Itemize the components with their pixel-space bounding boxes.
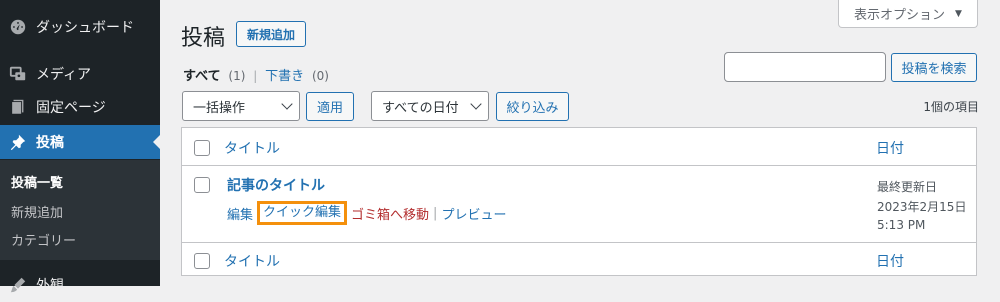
screen-options-button[interactable]: 表示オプション ▼ <box>838 0 978 28</box>
menu-media-label: メディア <box>36 67 92 83</box>
filter-drafts-count: (0) <box>311 69 329 83</box>
search-input[interactable] <box>724 52 886 82</box>
column-date-footer[interactable]: 日付 <box>876 251 904 271</box>
filter-all-count: (1) <box>228 69 246 83</box>
page-icon <box>8 97 28 117</box>
date-filter-value: すべての日付 <box>382 100 459 116</box>
submenu-all-posts[interactable]: 投稿一覧 <box>11 172 63 191</box>
menu-appearance-label: 外観 <box>36 278 64 294</box>
post-date: 2023年2月15日 <box>877 200 967 214</box>
add-new-button[interactable]: 新規追加 <box>236 21 306 47</box>
filter-all[interactable]: すべて <box>183 69 221 84</box>
media-icon <box>8 64 28 84</box>
chevron-down-icon <box>281 98 293 110</box>
posts-submenu: 投稿一覧 新規追加 カテゴリー <box>0 160 160 260</box>
caret-down-icon: ▼ <box>955 8 962 19</box>
filter-button[interactable]: 絞り込み <box>496 92 569 121</box>
item-count: 1個の項目 <box>923 100 979 114</box>
date-status: 最終更新日 <box>877 180 938 194</box>
bulk-action-value: 一括操作 <box>193 100 246 116</box>
trash-link[interactable]: ゴミ箱へ移動 <box>351 204 429 223</box>
posts-table: タイトル 日付 記事のタイトル 編集 クイック編集 ゴミ箱へ移動 | プレビュー… <box>181 127 977 276</box>
admin-sidebar: ダッシュボード メディア 固定ページ 投稿 投稿一覧 新規追加 カテゴリー 外観 <box>0 0 160 294</box>
page-title: 投稿 <box>181 26 226 51</box>
preview-link[interactable]: プレビュー <box>441 204 506 223</box>
bulk-action-select[interactable]: 一括操作 <box>182 91 300 121</box>
row-checkbox[interactable] <box>194 177 210 193</box>
status-filters: すべて (1) | 下書き (0) <box>183 65 329 84</box>
appearance-icon <box>8 275 28 295</box>
edit-link[interactable]: 編集 <box>227 204 253 223</box>
header-divider <box>182 165 976 166</box>
menu-posts[interactable]: 投稿 <box>0 125 160 159</box>
filter-separator: | <box>253 69 258 83</box>
row-actions: 編集 クイック編集 ゴミ箱へ移動 | プレビュー <box>227 201 506 225</box>
submenu-categories[interactable]: カテゴリー <box>11 230 76 249</box>
filter-drafts[interactable]: 下書き <box>265 69 304 84</box>
column-title-header[interactable]: タイトル <box>224 138 280 158</box>
menu-dashboard-label: ダッシュボード <box>36 20 134 36</box>
menu-media[interactable]: メディア <box>0 57 160 91</box>
post-time: 5:13 PM <box>877 218 926 232</box>
menu-pages[interactable]: 固定ページ <box>0 90 160 124</box>
search-posts-button[interactable]: 投稿を検索 <box>891 53 977 82</box>
select-all-checkbox-footer[interactable] <box>194 253 210 269</box>
submenu-add-new[interactable]: 新規追加 <box>11 202 63 221</box>
action-separator: | <box>433 205 438 221</box>
menu-dashboard[interactable]: ダッシュボード <box>0 10 160 44</box>
footer-divider <box>182 242 976 243</box>
chevron-down-icon <box>470 98 482 110</box>
pin-icon <box>8 132 28 152</box>
menu-posts-label: 投稿 <box>36 135 64 151</box>
menu-appearance[interactable]: 外観 <box>0 268 160 302</box>
apply-button[interactable]: 適用 <box>306 92 354 121</box>
post-title-link[interactable]: 記事のタイトル <box>227 175 325 195</box>
menu-pages-label: 固定ページ <box>36 100 106 116</box>
screen-options-label: 表示オプション <box>854 8 946 23</box>
date-filter-select[interactable]: すべての日付 <box>371 91 489 121</box>
quick-edit-link[interactable]: クイック編集 <box>257 201 348 225</box>
select-all-checkbox[interactable] <box>194 140 210 156</box>
column-title-footer[interactable]: タイトル <box>224 251 280 271</box>
dashboard-icon <box>8 17 28 37</box>
column-date-header[interactable]: 日付 <box>876 138 904 158</box>
